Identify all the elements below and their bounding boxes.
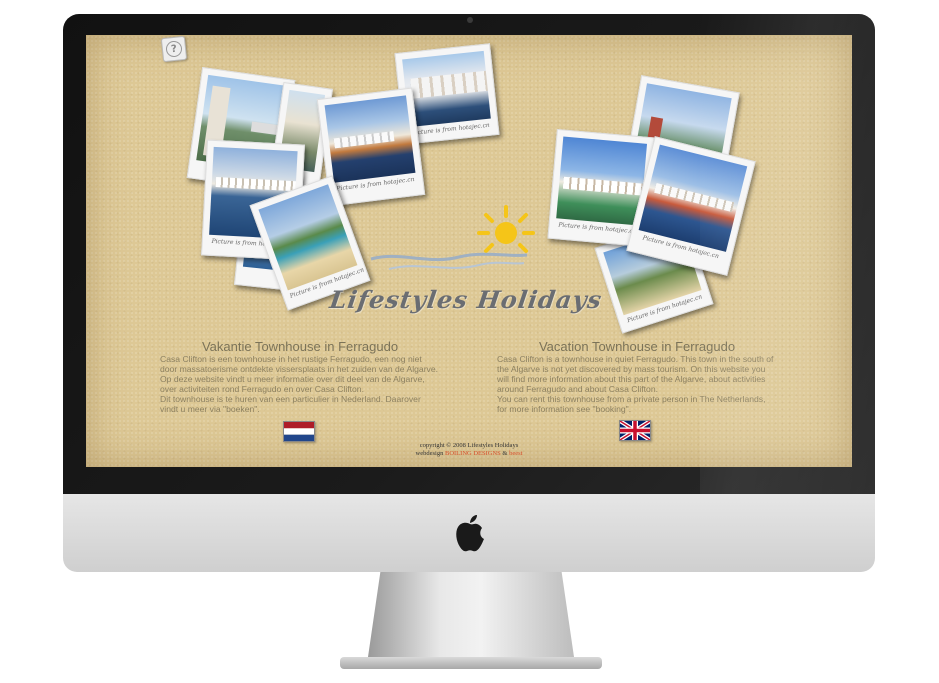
partner-link[interactable]: beest [509,450,522,457]
english-flag-button[interactable] [619,420,651,441]
designer-link[interactable]: BOILING DESIGNS [445,450,501,457]
camera-icon [467,17,473,23]
website-screen: ? Picture is from hotajec.cn Picture is … [86,35,852,467]
uk-flag-icon [620,421,650,440]
dutch-flag-button[interactable] [283,421,315,442]
ampersand: & [502,450,508,457]
english-heading: Vacation Townhouse in Ferragudo [538,339,736,354]
netherlands-flag-icon [284,422,314,441]
webdesign-label: webdesign [415,450,444,457]
apple-logo-icon [456,515,484,552]
copyright-text: copyright © 2008 Lifestyles Holidays [419,442,519,449]
footer: copyright © 2008 Lifestyles Holidays web… [386,442,552,458]
english-text: Casa Clifton is a townhouse in quiet Fer… [497,354,774,394]
dutch-intro: Vakantie Townhouse in Ferragudo Casa Cli… [160,339,440,414]
dutch-text: Casa Clifton is een townhouse in het rus… [160,354,439,394]
question-icon: ? [165,40,183,58]
site-logo[interactable]: Lifestyles Holidays [328,285,604,314]
english-intro: Vacation Townhouse in Ferragudo Casa Cli… [497,339,777,414]
waves-icon [370,252,528,270]
english-text-rent: You can rent this townhouse from a priva… [497,394,766,414]
dutch-text-rent: Dit townhouse is te huren van een partic… [160,394,421,414]
help-button[interactable]: ? [160,35,188,63]
monitor-foot [340,657,602,669]
credits: webdesign BOILING DESIGNS & beest [386,450,552,458]
dutch-heading: Vakantie Townhouse in Ferragudo [201,339,399,354]
monitor-stand [368,572,574,657]
